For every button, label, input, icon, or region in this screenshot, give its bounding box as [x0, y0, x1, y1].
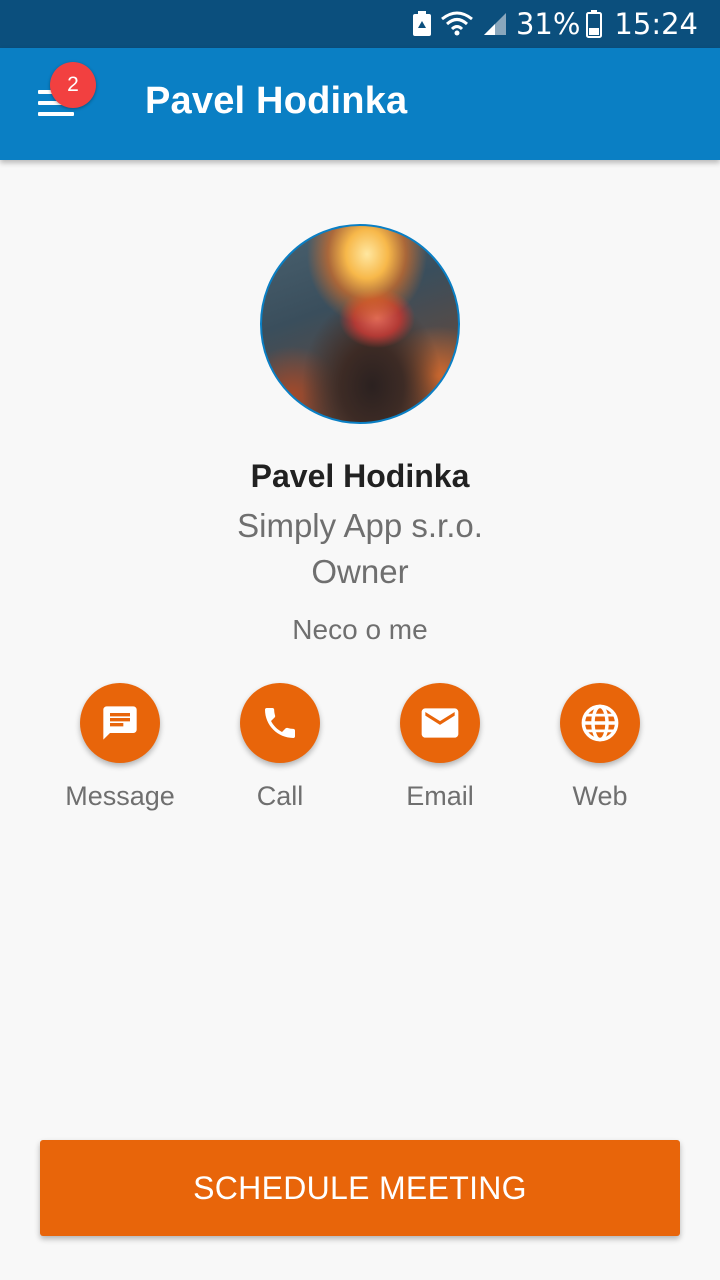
battery-percent: 31%	[515, 7, 581, 41]
recycle-notification-icon	[412, 11, 432, 37]
wifi-icon	[440, 11, 474, 37]
message-button[interactable]: Message	[40, 683, 200, 823]
status-clock: 15:24	[614, 7, 698, 41]
battery-icon	[586, 10, 603, 38]
call-label: Call	[256, 781, 304, 811]
email-button[interactable]: Email	[360, 683, 520, 823]
notification-badge: 2	[50, 62, 96, 108]
page-title: Pavel Hodinka	[145, 80, 408, 122]
call-button[interactable]: Call	[200, 683, 360, 823]
menu-button[interactable]: 2	[26, 62, 96, 132]
message-icon	[80, 683, 160, 763]
profile-company: Simply App s.r.o.	[237, 507, 483, 544]
web-label: Web	[572, 781, 628, 811]
phone-icon	[240, 683, 320, 763]
schedule-meeting-button[interactable]: SCHEDULE MEETING	[40, 1140, 680, 1236]
email-icon	[400, 683, 480, 763]
globe-icon	[560, 683, 640, 763]
profile-name: Pavel Hodinka	[250, 458, 470, 494]
email-label: Email	[406, 781, 474, 811]
signal-icon	[482, 11, 508, 37]
message-label: Message	[65, 781, 175, 811]
status-bar: 31% 15:24	[0, 0, 720, 48]
avatar	[260, 224, 460, 424]
app-bar: 2 Pavel Hodinka	[0, 48, 720, 160]
web-button[interactable]: Web	[520, 683, 680, 823]
profile-about: Neco o me	[292, 614, 428, 645]
profile-role: Owner	[311, 553, 409, 590]
